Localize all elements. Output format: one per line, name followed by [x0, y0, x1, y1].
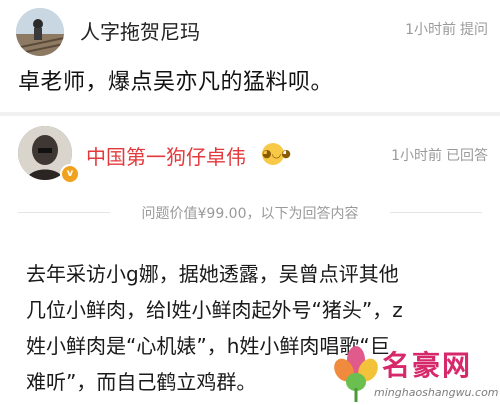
answer-status: 已回答 — [446, 148, 488, 164]
verified-badge-icon: v — [60, 164, 80, 184]
question-meta: 1小时前 提问 — [405, 19, 488, 39]
asker-avatar[interactable] — [16, 8, 64, 56]
answer-meta: 1小时前 已回答 — [391, 145, 488, 165]
site-watermark: 名豪网 minghaoshangwu.com — [330, 342, 500, 405]
answer-line: 去年采访小g娜，据她透露，吴曾点评其他 — [26, 262, 399, 286]
watermark-title: 名豪网 — [382, 349, 473, 382]
price-divider-right — [390, 212, 482, 213]
question-action: 提问 — [460, 22, 488, 38]
watermark-url: minghaoshangwu.com — [374, 386, 499, 399]
asker-username[interactable]: 人字拖贺尼玛 — [80, 16, 200, 45]
section-divider — [0, 112, 500, 116]
answerer-username[interactable]: 中国第一狗仔卓伟 — [86, 141, 246, 170]
question-text: 卓老师，爆点吴亦凡的猛料呗。 — [18, 70, 334, 95]
question-price: 问题价值¥99.00，以下为回答内容 — [141, 206, 359, 222]
answer-time: 1小时前 — [391, 148, 442, 164]
question-header: 人字拖贺尼玛 1小时前 提问 — [0, 0, 500, 56]
question-time: 1小时前 — [405, 22, 456, 38]
emoji-icon: ◕◡◕ — [262, 143, 291, 165]
answer-line: 几位小鲜肉，给l姓小鲜肉起外号“猪头”，z — [26, 298, 403, 322]
